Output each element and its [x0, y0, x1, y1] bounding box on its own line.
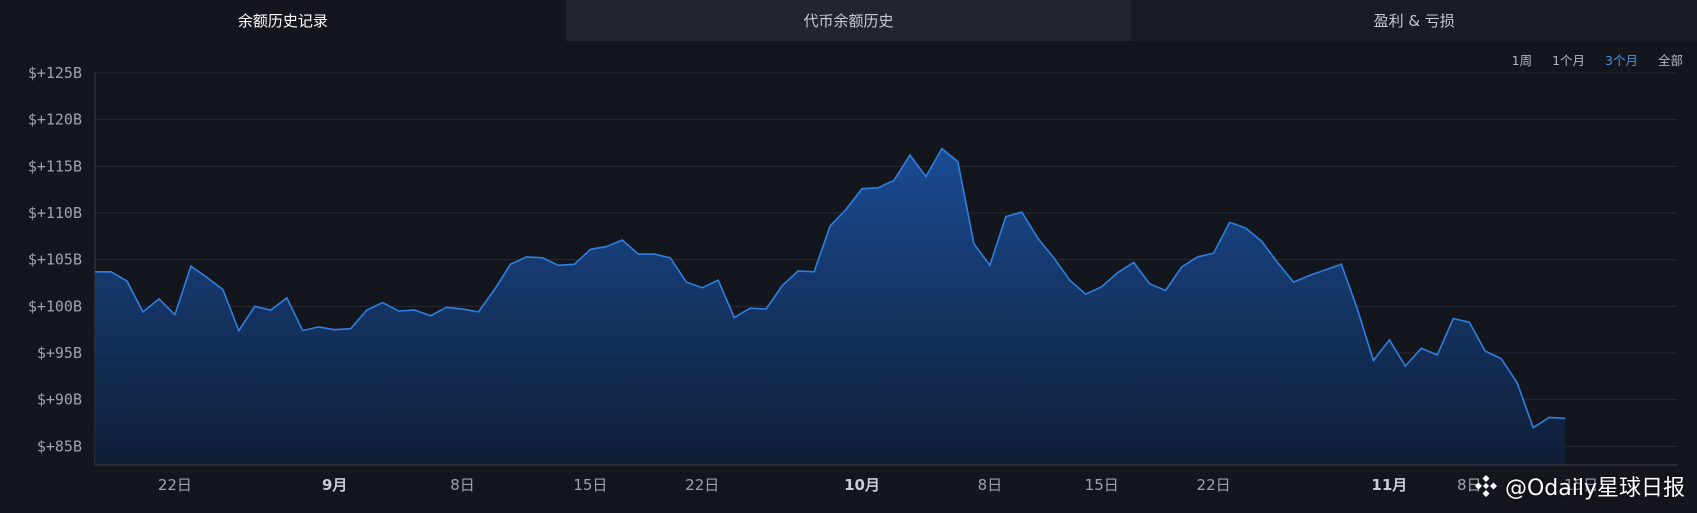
x-tick-label: 15日 [1085, 476, 1119, 494]
y-tick-label: $+125B [28, 64, 82, 82]
x-tick-label: 22日 [158, 476, 192, 494]
x-tick-label: 8日 [450, 476, 475, 494]
x-tick-label: 8日 [978, 476, 1003, 494]
watermark-text: @Odaily星球日报 [1504, 476, 1685, 501]
balance-area-chart: $+85B $+90B $+95B $+100B $+105B $+110B $+115B $… [28, 64, 1677, 494]
x-axis: 22日 9月 8日 15日 22日 10月 8日 15日 22日 11月 8日 15日 [158, 476, 1598, 494]
y-tick-label: $+110B [28, 204, 82, 222]
y-tick-label: $+115B [28, 157, 82, 175]
x-tick-label: 22日 [685, 476, 719, 494]
x-tick-label: 22日 [1197, 476, 1231, 494]
y-tick-label: $+90B [37, 391, 82, 409]
y-tick-label: $+100B [28, 297, 82, 315]
y-tick-label: $+95B [37, 344, 82, 362]
x-tick-label: 10月 [844, 476, 880, 494]
y-tick-label: $+105B [28, 251, 82, 269]
watermark: @Odaily星球日报 [1473, 470, 1685, 502]
y-tick-label: $+85B [37, 437, 82, 455]
x-tick-label: 15日 [573, 476, 607, 494]
y-tick-label: $+120B [28, 111, 82, 129]
binance-logo-icon [1474, 475, 1497, 497]
x-tick-label: 9月 [322, 476, 347, 494]
y-axis: $+85B $+90B $+95B $+100B $+105B $+110B $+115B $… [28, 64, 96, 465]
x-tick-label: 11月 [1371, 476, 1407, 494]
